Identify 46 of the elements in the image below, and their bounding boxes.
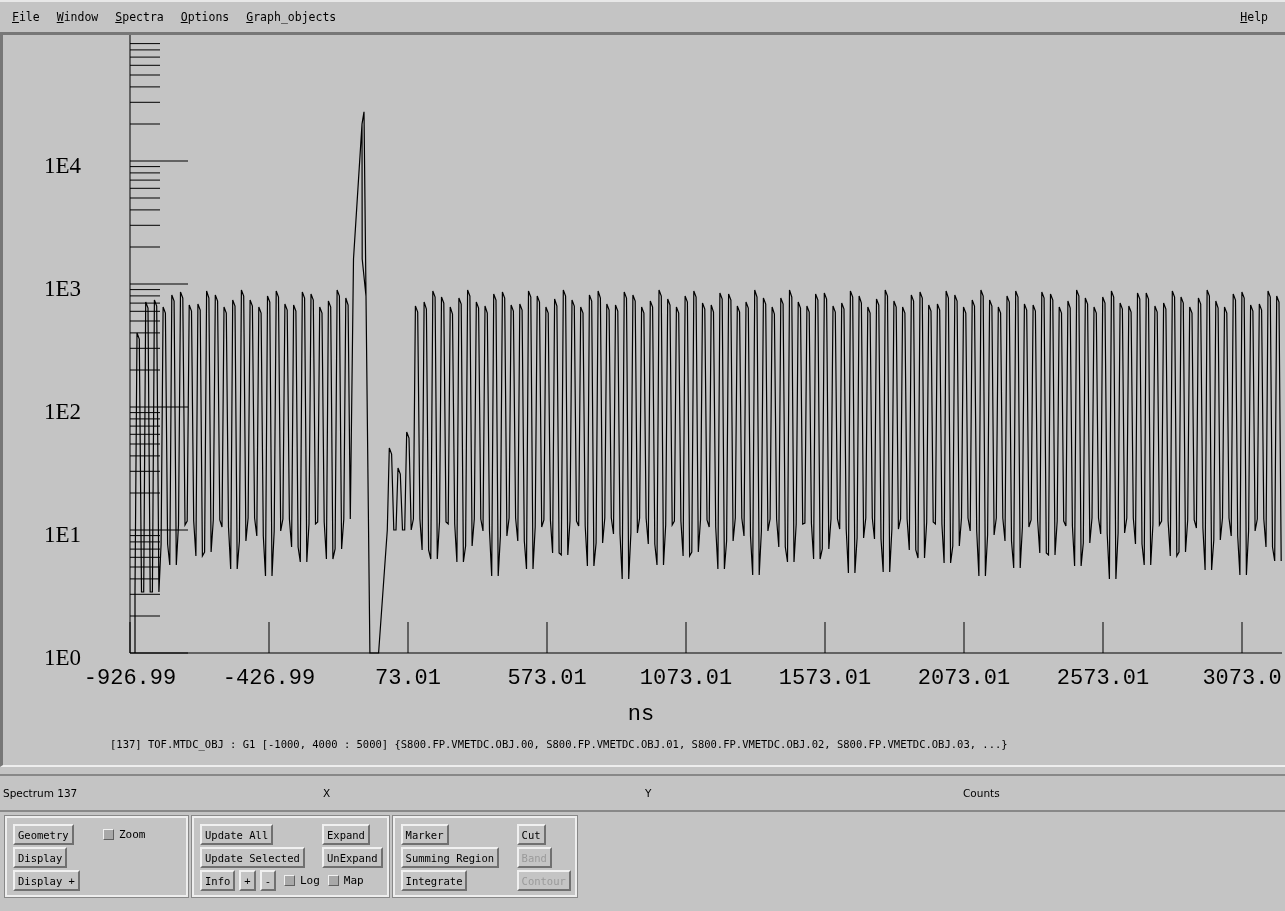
y-tick-label: 1E2 — [44, 399, 82, 424]
x-tick-label: -926.99 — [83, 666, 177, 691]
x-tick-label: 1073.01 — [639, 666, 733, 691]
status-text: Y — [645, 787, 653, 799]
toolbar-button[interactable]: Update Selected — [200, 847, 305, 868]
x-tick-label: 73.01 — [375, 666, 441, 691]
toolbar-button[interactable]: Cut — [516, 824, 546, 845]
checkbox-label[interactable]: Log — [283, 874, 320, 887]
y-tick-label: 1E3 — [44, 276, 82, 301]
x-tick-label: 2073.01 — [917, 666, 1011, 691]
toolbar-button[interactable]: Display — [13, 847, 68, 868]
checkbox[interactable] — [103, 829, 114, 840]
x-tick-label: 1573.01 — [778, 666, 872, 691]
toolbar-button[interactable]: Update All — [200, 824, 274, 845]
y-tick-label: 1E0 — [44, 645, 82, 670]
toolbar-button[interactable]: Summing Region — [400, 847, 500, 868]
x-tick-label: 2573.01 — [1056, 666, 1150, 691]
toolbar-button[interactable]: UnExpand — [322, 847, 383, 868]
y-tick-label: 1E4 — [44, 153, 82, 178]
checkbox-label[interactable]: Zoom — [103, 828, 146, 841]
help-menu[interactable]: Help — [1234, 10, 1274, 24]
x-tick-label: -426.99 — [222, 666, 316, 691]
menu-item[interactable]: Graph_objects — [240, 10, 343, 24]
status-text: Spectrum 137 — [3, 787, 79, 799]
status-text: X — [323, 787, 332, 799]
x-tick-label: 3073.0 — [1202, 666, 1282, 691]
toolbar-button[interactable]: Expand — [322, 824, 370, 845]
checkbox[interactable] — [283, 875, 295, 886]
toolbar-button[interactable]: Integrate — [400, 870, 468, 891]
menu-item[interactable]: File — [6, 10, 46, 24]
y-tick-label: 1E1 — [44, 522, 82, 547]
checkbox-label[interactable]: Map — [327, 874, 364, 887]
toolbar-button[interactable]: Geometry — [13, 824, 74, 845]
checkbox[interactable] — [327, 875, 339, 886]
toolbar-button[interactable]: Info — [200, 870, 236, 891]
toolbar-button[interactable]: Display + — [13, 870, 80, 891]
spectrum-caption: [137] TOF.MTDC_OBJ : G1 [-1000, 4000 : 5000] {S800.FP.VMETDC.OBJ.00, S800.FP.VMETDC.OBJ.01, S800.FP.VMETDC.OBJ.02, S800.FP.VMETDC.OBJ.03, ...} — [110, 738, 1008, 750]
x-tick-label: 573.01 — [507, 666, 587, 691]
toolbar-button[interactable]: Marker — [400, 824, 449, 845]
status-text: Counts — [963, 787, 1001, 799]
menu-item[interactable]: Options — [174, 10, 236, 24]
small-button[interactable]: - — [259, 870, 276, 891]
small-button[interactable]: + — [239, 870, 256, 891]
menu-item[interactable]: Window — [50, 10, 105, 24]
x-axis-title: ns — [627, 702, 655, 727]
menu-item[interactable]: Spectra — [109, 10, 170, 24]
